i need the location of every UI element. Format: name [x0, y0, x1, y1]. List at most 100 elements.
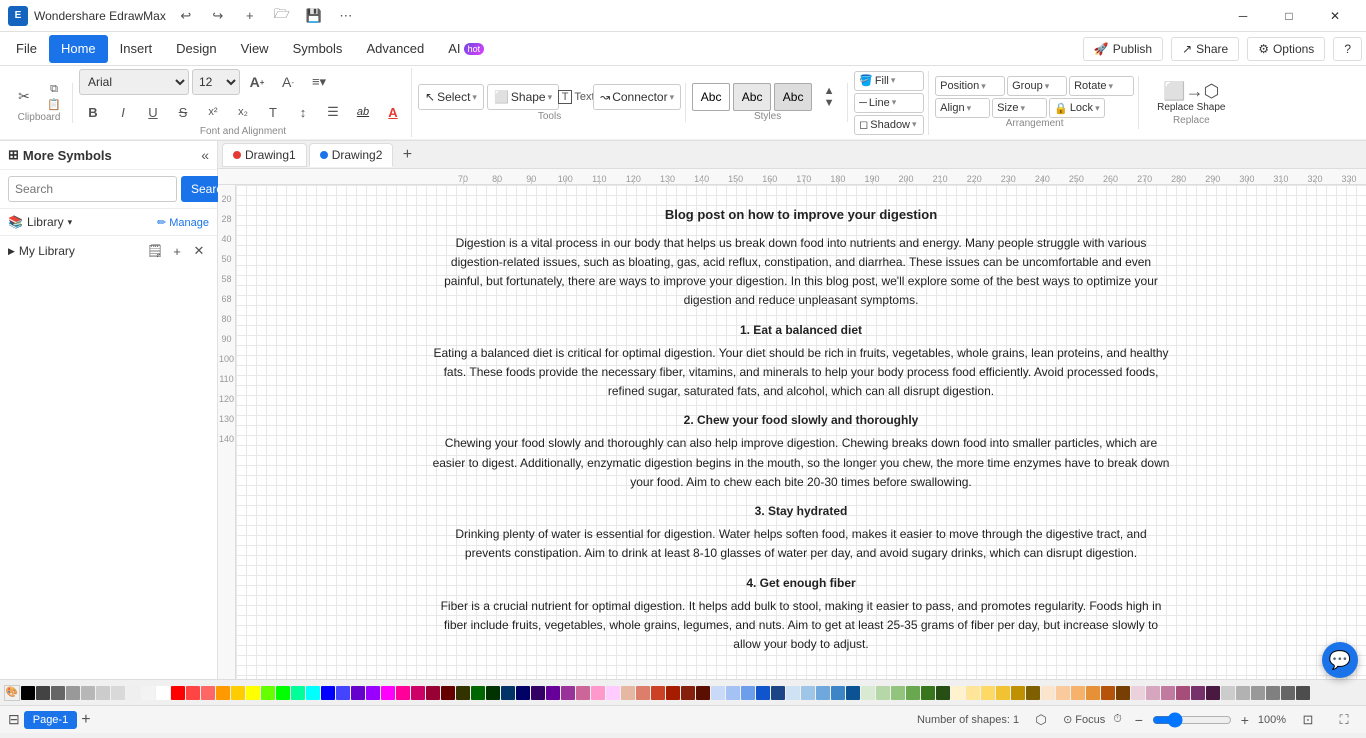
color-swatch[interactable]: [681, 686, 695, 700]
menu-symbols[interactable]: Symbols: [281, 35, 355, 63]
color-swatch[interactable]: [801, 686, 815, 700]
align-dropdown[interactable]: Align▾: [935, 98, 990, 118]
my-library-toggle[interactable]: ▶ My Library: [8, 244, 75, 258]
color-swatch[interactable]: [276, 686, 290, 700]
timer-btn[interactable]: ⏱: [1113, 713, 1122, 726]
color-swatch[interactable]: [366, 686, 380, 700]
font-grow-btn[interactable]: A+: [243, 68, 271, 96]
menu-view[interactable]: View: [229, 35, 281, 63]
color-swatch[interactable]: [1281, 686, 1295, 700]
color-swatch[interactable]: [516, 686, 530, 700]
color-swatch[interactable]: [1071, 686, 1085, 700]
color-swatch[interactable]: [741, 686, 755, 700]
shape-dropdown[interactable]: ⬜ Shape ▾: [487, 84, 559, 110]
color-swatch[interactable]: [306, 686, 320, 700]
color-swatch[interactable]: [1131, 686, 1145, 700]
minimize-btn[interactable]: ─: [1220, 0, 1266, 32]
rotate-dropdown[interactable]: Rotate▾: [1069, 76, 1134, 96]
color-swatch[interactable]: [351, 686, 365, 700]
color-swatch[interactable]: [576, 686, 590, 700]
align-menu-btn[interactable]: ≡▾: [305, 68, 333, 96]
color-swatch[interactable]: [81, 686, 95, 700]
color-swatch[interactable]: [966, 686, 980, 700]
fullscreen-btn[interactable]: ⛶: [1330, 706, 1358, 734]
color-swatch[interactable]: [1026, 686, 1040, 700]
color-swatch[interactable]: [786, 686, 800, 700]
color-swatch[interactable]: [321, 686, 335, 700]
blog-text-content[interactable]: Blog post on how to improve your digesti…: [391, 185, 1211, 679]
color-swatch[interactable]: [21, 686, 35, 700]
font-size-select[interactable]: 1210141618: [192, 69, 240, 95]
clear-format-btn[interactable]: T: [259, 98, 287, 126]
line-dropdown[interactable]: ─ Line ▾: [854, 93, 924, 113]
cut-btn[interactable]: ✂: [10, 83, 38, 111]
style-box-1[interactable]: Abc: [692, 83, 730, 111]
styles-expand-btn[interactable]: ▲▼: [815, 83, 843, 111]
shadow-dropdown[interactable]: ◻ Shadow ▾: [854, 115, 924, 135]
color-swatch[interactable]: [171, 686, 185, 700]
fill-text-btn[interactable]: ab: [349, 98, 377, 126]
color-swatch[interactable]: [336, 686, 350, 700]
fill-dropdown[interactable]: 🪣 Fill ▾: [854, 71, 924, 91]
color-swatch[interactable]: [156, 686, 170, 700]
canvas-scroll-area[interactable]: 20 28 40 50 58 68 80 90 100 110 120 130 …: [218, 185, 1366, 679]
color-swatch[interactable]: [606, 686, 620, 700]
paste-btn[interactable]: 📋: [40, 98, 68, 112]
color-swatch[interactable]: [486, 686, 500, 700]
color-swatch[interactable]: [471, 686, 485, 700]
fit-page-btn[interactable]: ⊡: [1294, 706, 1322, 734]
color-swatch[interactable]: [1266, 686, 1280, 700]
color-swatch[interactable]: [921, 686, 935, 700]
color-swatch[interactable]: [141, 686, 155, 700]
undo-btn[interactable]: ↩: [172, 5, 200, 27]
color-swatch[interactable]: [1041, 686, 1055, 700]
color-swatch[interactable]: [216, 686, 230, 700]
add-tab-btn[interactable]: +: [395, 143, 419, 167]
strikethrough-btn[interactable]: S: [169, 98, 197, 126]
color-swatch[interactable]: [846, 686, 860, 700]
color-swatch[interactable]: [831, 686, 845, 700]
color-swatch[interactable]: [996, 686, 1010, 700]
font-family-select[interactable]: ArialTimes New RomanCalibri: [79, 69, 189, 95]
color-swatch[interactable]: [816, 686, 830, 700]
color-swatch[interactable]: [561, 686, 575, 700]
color-swatch[interactable]: [531, 686, 545, 700]
color-swatch[interactable]: [441, 686, 455, 700]
color-swatch[interactable]: [771, 686, 785, 700]
color-swatch[interactable]: [1116, 686, 1130, 700]
font-shrink-btn[interactable]: A-: [274, 68, 302, 96]
color-swatch[interactable]: [936, 686, 950, 700]
color-swatch[interactable]: [501, 686, 515, 700]
color-swatch[interactable]: [756, 686, 770, 700]
color-swatch[interactable]: [396, 686, 410, 700]
color-swatch[interactable]: [981, 686, 995, 700]
color-swatch[interactable]: [1056, 686, 1070, 700]
group-dropdown[interactable]: Group▾: [1007, 76, 1067, 96]
canvas-content[interactable]: Blog post on how to improve your digesti…: [236, 185, 1366, 679]
search-input[interactable]: [8, 176, 177, 202]
menu-design[interactable]: Design: [164, 35, 228, 63]
color-swatch[interactable]: [621, 686, 635, 700]
color-swatch[interactable]: [1236, 686, 1250, 700]
menu-advanced[interactable]: Advanced: [354, 35, 436, 63]
color-picker-btn[interactable]: 🎨: [4, 685, 20, 701]
menu-home[interactable]: Home: [49, 35, 108, 63]
my-library-add-btn[interactable]: +: [167, 241, 187, 261]
color-swatch[interactable]: [726, 686, 740, 700]
tab-drawing2[interactable]: Drawing2: [309, 143, 394, 167]
color-swatch[interactable]: [1146, 686, 1160, 700]
close-btn[interactable]: ✕: [1312, 0, 1358, 32]
chat-bubble-btn[interactable]: 💬: [1322, 642, 1358, 678]
color-swatch[interactable]: [246, 686, 260, 700]
zoom-out-btn[interactable]: −: [1130, 711, 1148, 729]
color-swatch[interactable]: [426, 686, 440, 700]
position-dropdown[interactable]: Position▾: [935, 76, 1005, 96]
my-library-save-btn[interactable]: 🗒: [145, 241, 165, 261]
color-swatch[interactable]: [1101, 686, 1115, 700]
color-swatch[interactable]: [261, 686, 275, 700]
library-toggle[interactable]: 📚 Library ▾: [8, 215, 72, 229]
add-page-btn[interactable]: +: [81, 711, 90, 729]
color-swatch[interactable]: [876, 686, 890, 700]
save-btn[interactable]: 💾: [300, 5, 328, 27]
maximize-btn[interactable]: □: [1266, 0, 1312, 32]
